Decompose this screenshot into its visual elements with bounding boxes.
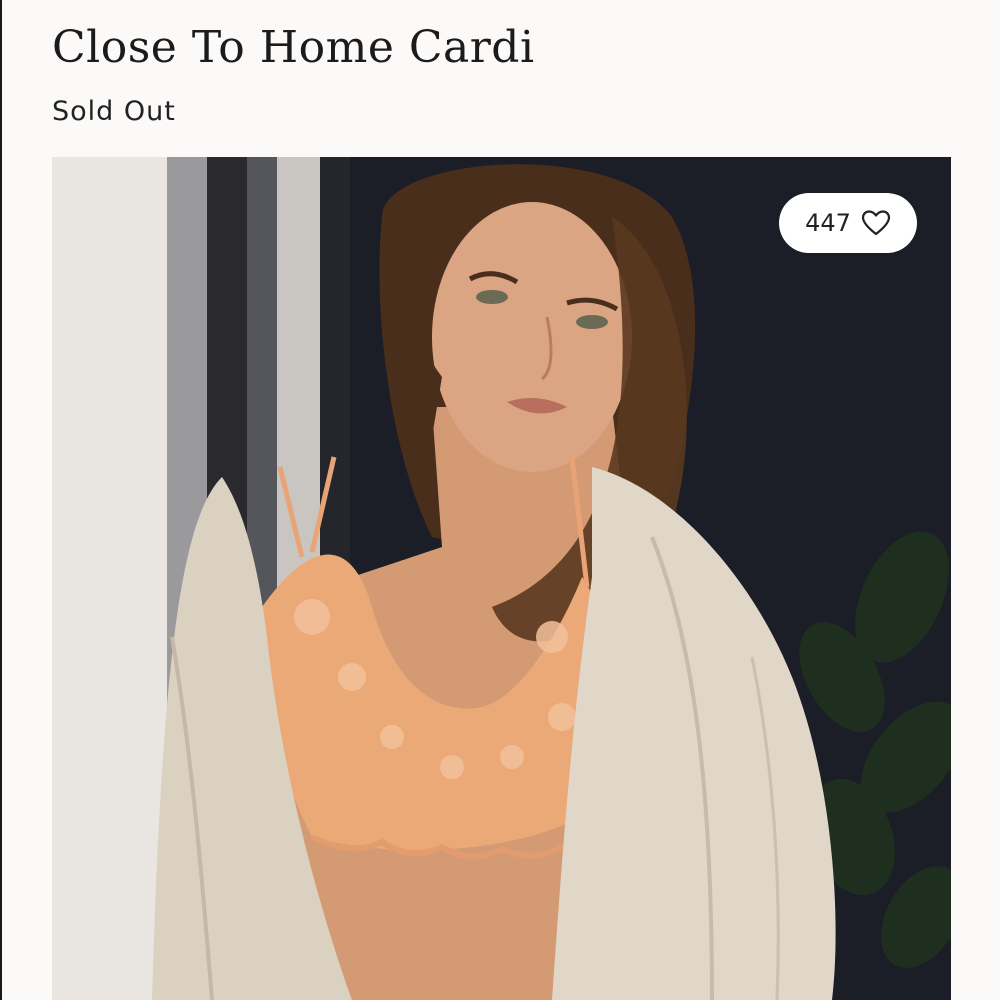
like-count: 447 [805, 209, 851, 237]
heart-outline-icon [861, 209, 891, 237]
product-image[interactable]: 447 [52, 157, 951, 1000]
product-page: Close To Home Cardi Sold Out 447 [0, 0, 1000, 1000]
like-button[interactable]: 447 [779, 193, 917, 253]
product-photo-illustration [52, 157, 951, 1000]
stock-status: Sold Out [52, 96, 176, 127]
product-title: Close To Home Cardi [52, 22, 535, 73]
